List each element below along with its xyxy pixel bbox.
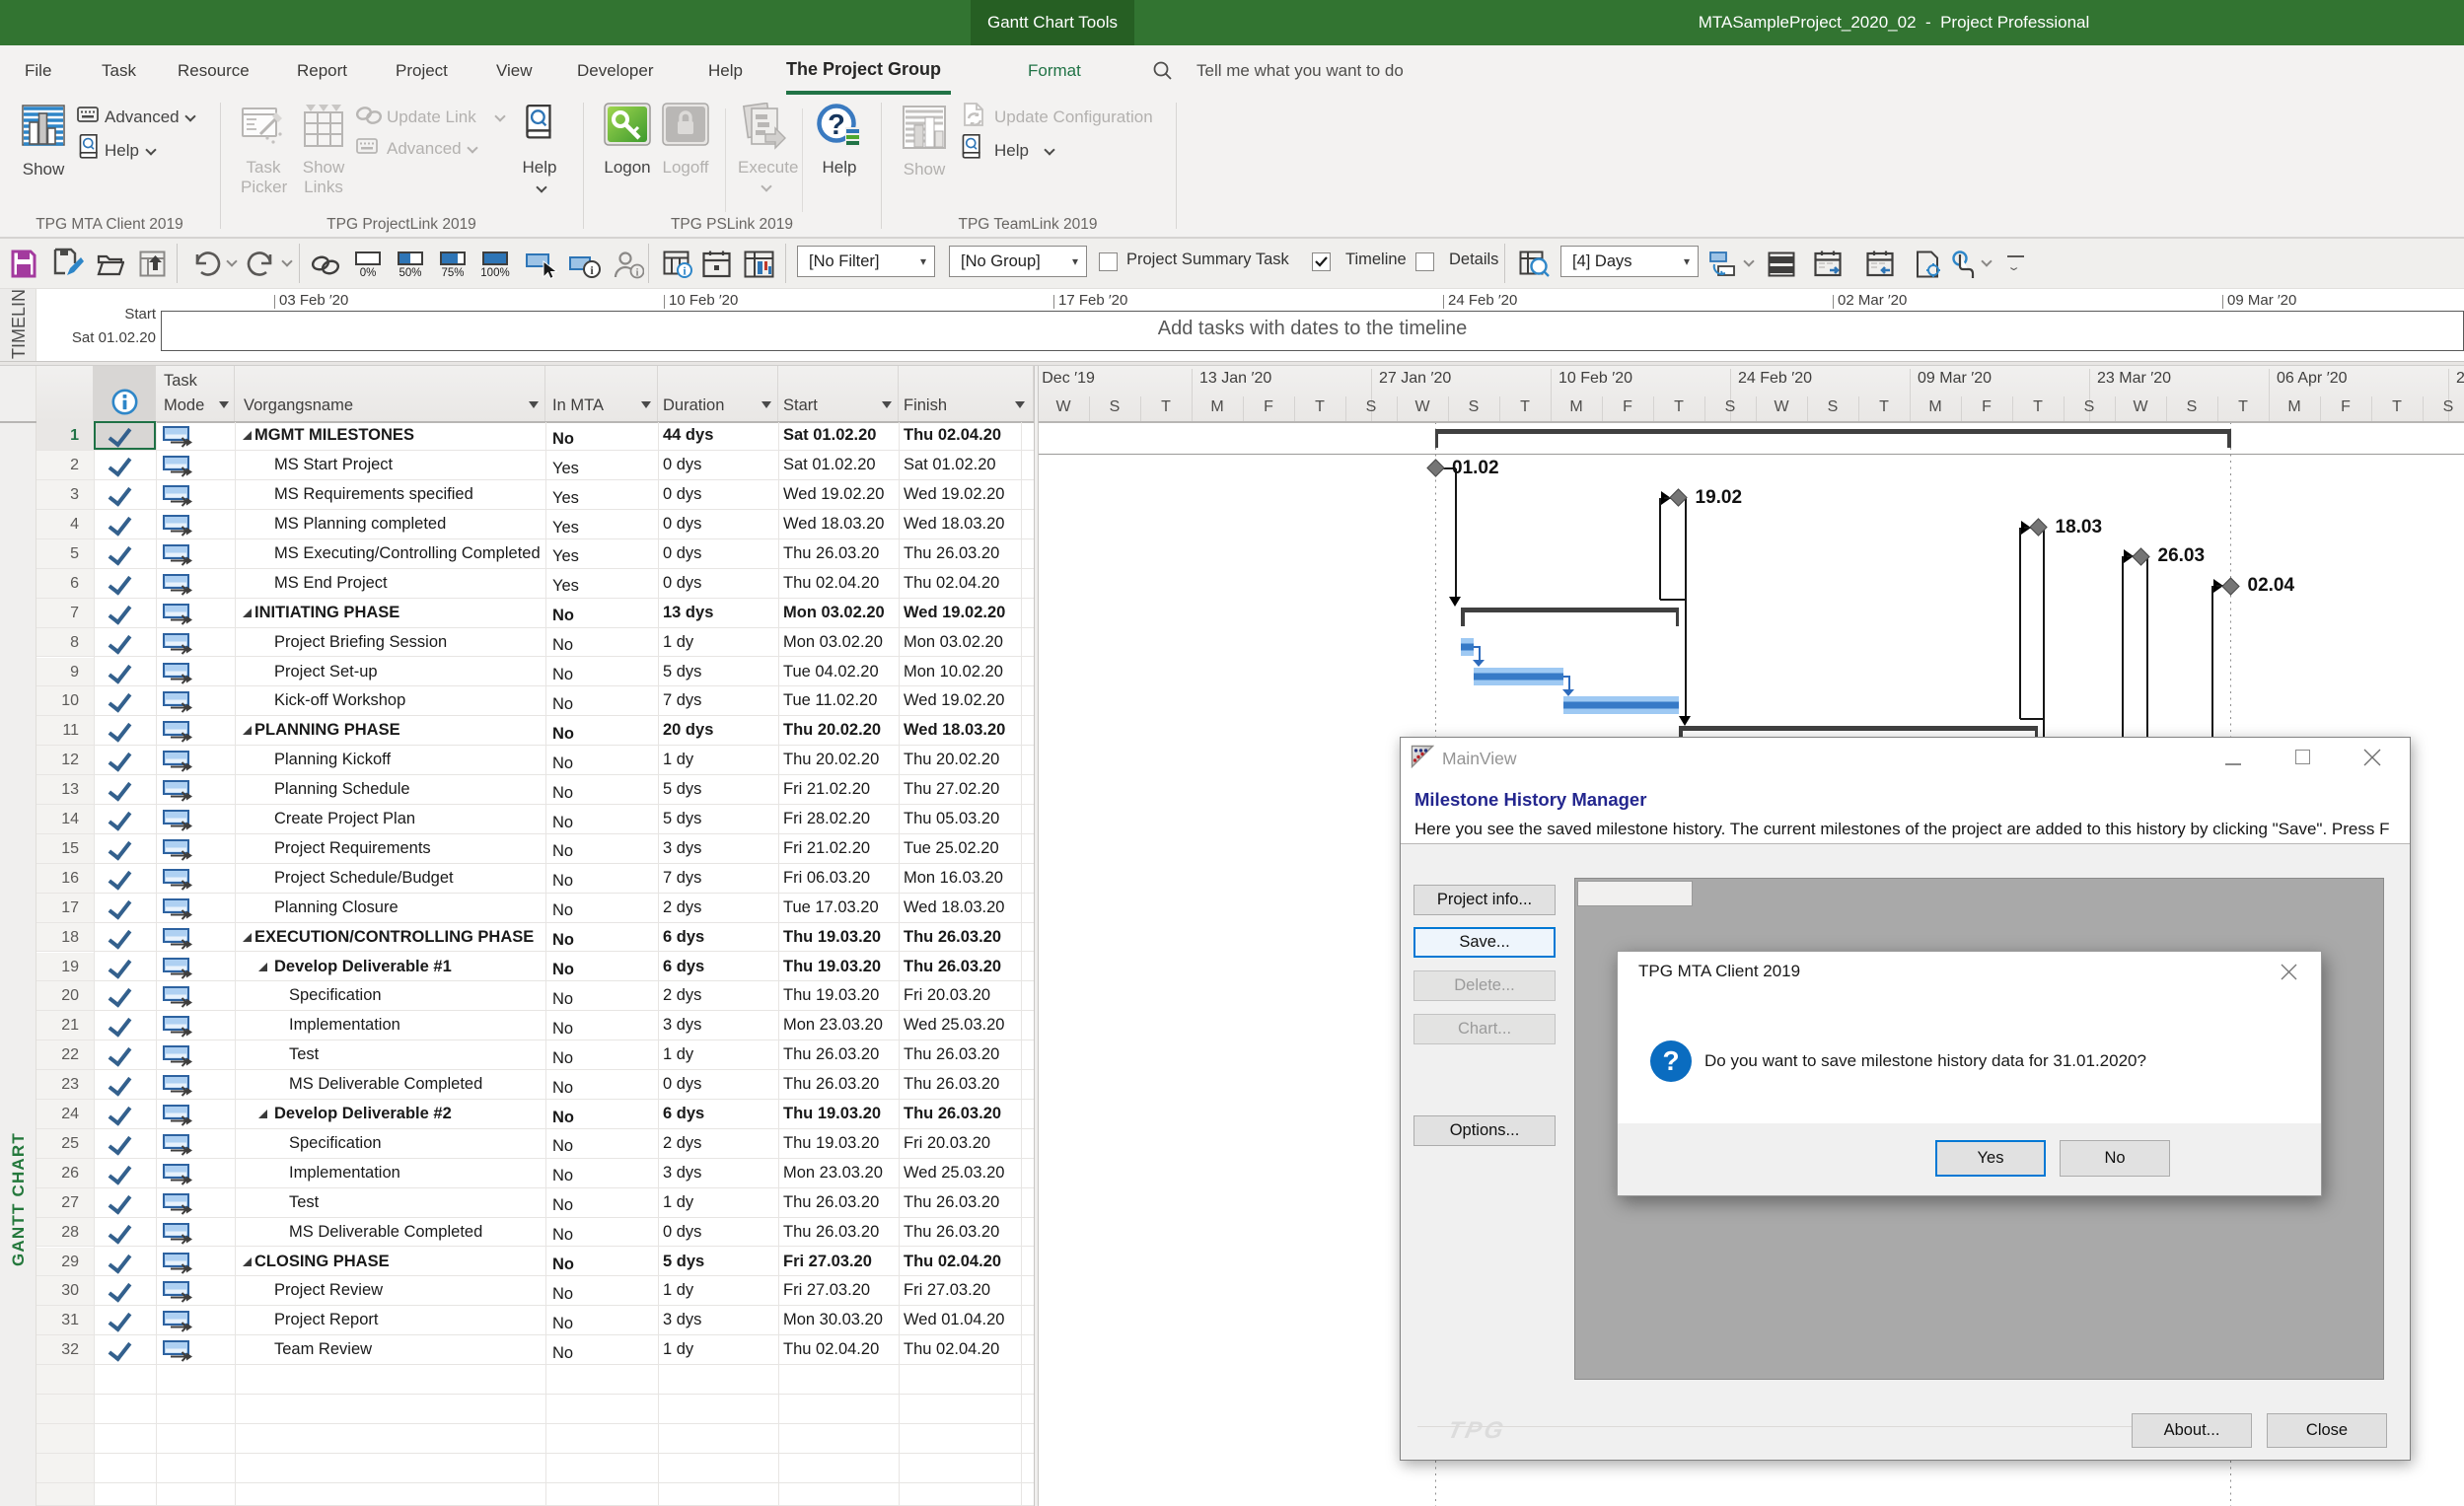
svg-text:?: ? [828, 109, 845, 141]
svg-text:i: i [635, 267, 638, 279]
